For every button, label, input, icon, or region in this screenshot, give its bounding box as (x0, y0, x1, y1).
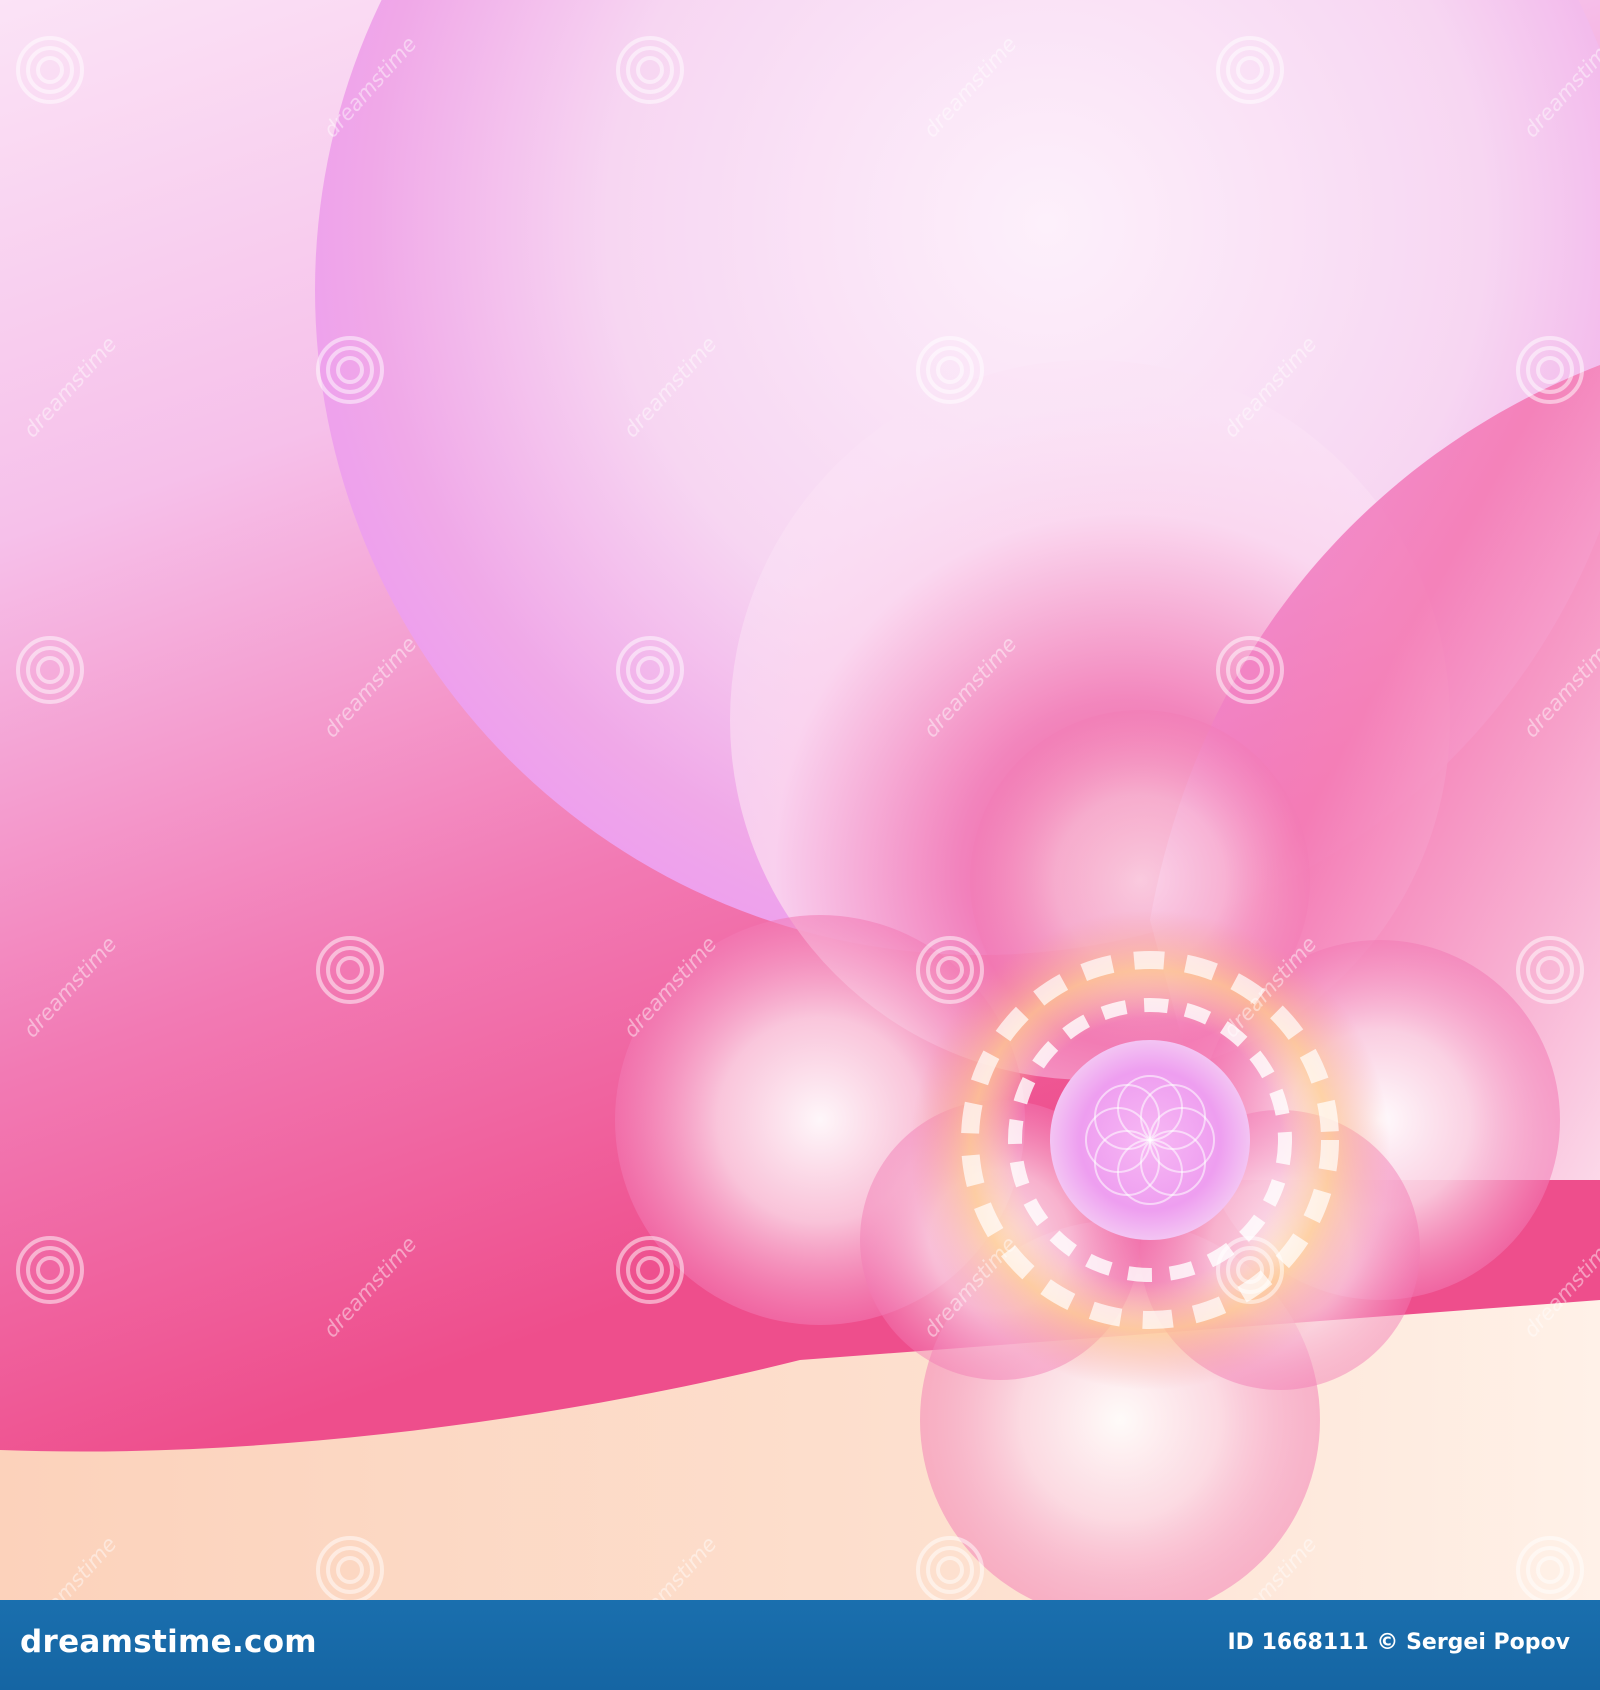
fractal-artwork: dreamstime dreamstime dreamstime dreamstime… (0, 0, 1600, 1600)
footer-brand[interactable]: dreamstime.com (20, 1624, 317, 1660)
footer-bar: dreamstime.com ID 1668111 © Sergei Popov (0, 1600, 1600, 1690)
footer-credit: ID 1668111 © Sergei Popov (1227, 1630, 1570, 1655)
artwork-svg: dreamstime dreamstime dreamstimedreamstime… (0, 0, 1600, 1600)
